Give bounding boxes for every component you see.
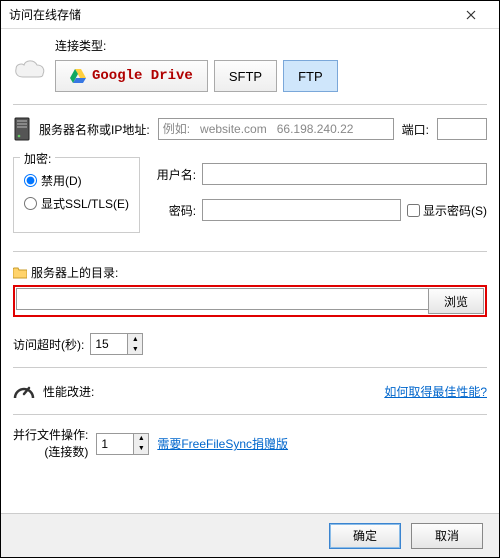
cancel-button[interactable]: 取消 [411,523,483,549]
ok-button[interactable]: 确定 [329,523,401,549]
performance-label: 性能改进: [43,383,94,400]
encryption-disabled-radio[interactable]: 禁用(D) [24,172,129,189]
close-icon [466,10,476,20]
timeout-row: 访问超时(秒): ▲ ▼ [1,325,499,363]
spin-up-button[interactable]: ▲ [128,334,142,344]
parallel-spinner[interactable]: ▲ ▼ [96,433,149,455]
server-icon [13,117,31,141]
server-label: 服务器名称或IP地址: [39,121,150,138]
divider [13,104,487,105]
speedometer-icon [13,380,35,402]
directory-label: 服务器上的目录: [31,264,118,281]
connection-gdrive-button[interactable]: Google Drive [55,60,208,92]
performance-row: 性能改进: 如何取得最佳性能? [1,372,499,410]
parallel-row: 并行文件操作: (连接数) ▲ ▼ 需要FreeFileSync捐赠版 [1,419,499,469]
spin-down-button[interactable]: ▼ [128,344,142,354]
dialog-window: 访问在线存储 连接类型: Google Drive SFTP FTP [0,0,500,558]
parallel-input[interactable] [97,434,133,454]
show-password-checkbox[interactable]: 显示密码(S) [407,202,487,219]
donate-link[interactable]: 需要FreeFileSync捐赠版 [157,435,288,452]
encryption-legend: 加密: [20,150,55,167]
divider [13,414,487,415]
encryption-ssl-radio[interactable]: 显式SSL/TLS(E) [24,195,129,212]
directory-section: 服务器上的目录: 浏览 [1,256,499,325]
connection-section: 连接类型: Google Drive SFTP FTP [1,29,499,100]
port-input[interactable] [437,118,487,140]
connection-ftp-button[interactable]: FTP [283,60,338,92]
divider [13,251,487,252]
spin-up-button[interactable]: ▲ [134,434,148,444]
directory-input[interactable] [16,288,428,310]
auth-section: 加密: 禁用(D) 显式SSL/TLS(E) 用户名: 密码: 显示密码(S) [1,149,499,247]
port-label: 端口: [402,121,429,138]
browse-button[interactable]: 浏览 [428,288,484,314]
encryption-group: 加密: 禁用(D) 显式SSL/TLS(E) [13,157,140,233]
username-label: 用户名: [152,166,196,183]
cloud-icon [13,55,47,83]
timeout-spinner[interactable]: ▲ ▼ [90,333,143,355]
connection-label: 连接类型: [55,37,487,54]
timeout-label: 访问超时(秒): [13,336,84,353]
connection-sftp-button[interactable]: SFTP [214,60,277,92]
gdrive-icon [70,69,86,83]
folder-icon [13,267,27,279]
divider [13,367,487,368]
server-row: 服务器名称或IP地址: 端口: [1,109,499,149]
titlebar: 访问在线存储 [1,1,499,29]
performance-help-link[interactable]: 如何取得最佳性能? [384,383,487,400]
dialog-footer: 确定 取消 [1,513,499,557]
timeout-input[interactable] [91,334,127,354]
close-button[interactable] [451,1,491,28]
password-input[interactable] [202,199,401,221]
spin-down-button[interactable]: ▼ [134,444,148,454]
content-area: 连接类型: Google Drive SFTP FTP 服务器名称或IP地址: … [1,29,499,469]
parallel-labels: 并行文件操作: (连接数) [13,427,88,461]
server-input[interactable] [158,118,394,140]
username-input[interactable] [202,163,487,185]
password-label: 密码: [152,202,196,219]
window-title: 访问在线存储 [9,6,451,23]
